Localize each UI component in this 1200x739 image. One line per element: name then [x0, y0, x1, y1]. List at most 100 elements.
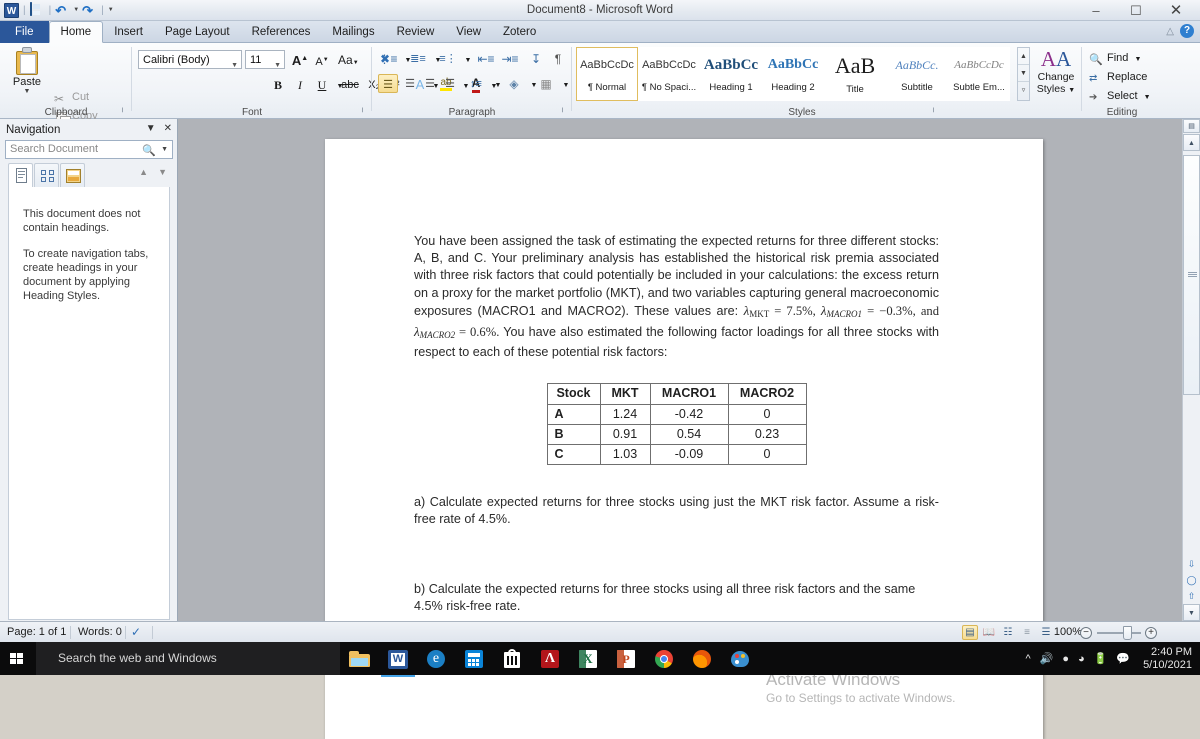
navigation-collapse-icon[interactable]: ▼: [146, 123, 156, 134]
taskbar-clock[interactable]: 2:40 PM 5/10/2021: [1139, 646, 1192, 672]
change-styles-button[interactable]: AA Change Styles ▼: [1030, 47, 1082, 97]
file-explorer-icon[interactable]: [348, 647, 372, 671]
show-hidden-icons-icon[interactable]: ^: [1025, 653, 1030, 665]
navigation-tab-headings[interactable]: [8, 163, 33, 187]
navigation-next-icon[interactable]: ▼: [158, 167, 167, 177]
numbering-icon[interactable]: ≣≡: [408, 49, 428, 69]
font-dialog-launcher[interactable]: ╵: [360, 108, 369, 117]
vertical-scrollbar[interactable]: ▤ ▲ ⇩ ◯ ⇧ ▼: [1182, 119, 1200, 621]
microsoft-edge-icon[interactable]: e: [424, 647, 448, 671]
align-center-icon[interactable]: ☰: [400, 74, 420, 94]
zoom-slider-thumb[interactable]: [1123, 626, 1132, 640]
sort-icon[interactable]: ↧: [526, 49, 546, 69]
select-browse-object-icon[interactable]: ◯: [1183, 572, 1200, 588]
tab-mailings[interactable]: Mailings: [321, 21, 385, 43]
line-spacing-icon[interactable]: ↕≡: [466, 74, 486, 94]
zoom-slider-track[interactable]: [1097, 632, 1141, 634]
clipboard-dialog-launcher[interactable]: ╵: [120, 108, 129, 117]
minimize-ribbon-icon[interactable]: △: [1166, 26, 1174, 37]
battery-icon[interactable]: 🔋: [1094, 652, 1108, 665]
italic-button[interactable]: I: [290, 75, 310, 95]
style-title[interactable]: AaB Title: [824, 47, 886, 101]
borders-icon[interactable]: ▦: [536, 74, 556, 94]
increase-indent-icon[interactable]: ⇥≡: [500, 49, 520, 69]
find-button[interactable]: 🔍 Find ▼: [1088, 49, 1141, 67]
microsoft-word-icon[interactable]: W: [381, 647, 415, 677]
styles-scroll-up-icon[interactable]: ▲: [1018, 48, 1029, 65]
bold-button[interactable]: B: [268, 75, 288, 95]
font-name-box[interactable]: Calibri (Body) ▼: [138, 50, 242, 69]
zoom-in-button[interactable]: +: [1145, 627, 1157, 639]
grow-font-button[interactable]: A▲: [290, 49, 310, 69]
tab-page-layout[interactable]: Page Layout: [154, 21, 241, 43]
style-normal[interactable]: AaBbCcDc ¶ Normal: [576, 47, 638, 101]
font-name-dropdown-icon[interactable]: ▼: [231, 57, 238, 75]
multilevel-dropdown-icon[interactable]: ▼: [458, 51, 478, 71]
change-case-button[interactable]: Aa▼: [338, 50, 359, 70]
tab-review[interactable]: Review: [386, 21, 446, 43]
next-page-icon[interactable]: ⇩: [1183, 556, 1200, 572]
adobe-reader-icon[interactable]: Λ: [538, 647, 562, 671]
style-heading-1[interactable]: AaBbCс Heading 1: [700, 47, 762, 101]
print-layout-view-icon[interactable]: ▤: [962, 625, 978, 640]
microsoft-store-icon[interactable]: [500, 647, 524, 671]
styles-more-icon[interactable]: ▿: [1018, 82, 1029, 99]
document-canvas[interactable]: You have been assigned the task of estim…: [178, 119, 1182, 739]
save-icon[interactable]: [29, 2, 45, 18]
select-dropdown-icon[interactable]: ▼: [1144, 94, 1151, 101]
styles-dialog-launcher[interactable]: ╵: [931, 108, 940, 117]
undo-dropdown-icon[interactable]: ▼: [73, 3, 79, 18]
styles-scroll-down-icon[interactable]: ▼: [1018, 65, 1029, 82]
paragraph-dialog-launcher[interactable]: ╵: [560, 108, 569, 117]
mozilla-firefox-icon[interactable]: [690, 647, 714, 671]
select-button[interactable]: ➔ Select ▼: [1088, 87, 1151, 105]
strikethrough-button[interactable]: abc: [340, 75, 360, 95]
underline-button[interactable]: U: [312, 75, 332, 95]
word-logo-icon[interactable]: W: [4, 3, 19, 18]
navigation-prev-icon[interactable]: ▲: [139, 167, 148, 177]
navigation-close-icon[interactable]: ✕: [164, 123, 172, 134]
search-icon[interactable]: 🔍: [142, 144, 156, 157]
minimize-button[interactable]: –: [1076, 0, 1116, 21]
paste-button[interactable]: Paste ▼: [6, 47, 48, 95]
tab-view[interactable]: View: [445, 21, 492, 43]
action-center-icon[interactable]: 💬: [1116, 652, 1130, 665]
word-count[interactable]: Words: 0: [78, 622, 122, 643]
paste-dropdown-icon[interactable]: ▼: [6, 88, 48, 95]
scroll-down-icon[interactable]: ▼: [1183, 604, 1200, 621]
close-button[interactable]: ✕: [1156, 0, 1196, 21]
style-subtle-emphasis[interactable]: AaBbCcDс Subtle Em...: [948, 47, 1010, 101]
volume-icon[interactable]: 🔊: [1040, 652, 1054, 665]
style-heading-2[interactable]: AaBbCc Heading 2: [762, 47, 824, 101]
taskbar-search-box[interactable]: Search the web and Windows: [36, 642, 340, 675]
document-body-text[interactable]: You have been assigned the task of estim…: [414, 233, 939, 615]
style-subtitle[interactable]: AaBbCc. Subtitle: [886, 47, 948, 101]
scroll-up-icon[interactable]: ▲: [1183, 134, 1200, 151]
scrollbar-thumb[interactable]: [1183, 155, 1200, 395]
cut-button[interactable]: Cut: [52, 88, 89, 106]
web-layout-view-icon[interactable]: ☷: [1000, 625, 1016, 640]
tab-insert[interactable]: Insert: [103, 21, 154, 43]
help-icon[interactable]: ?: [1180, 24, 1194, 38]
replace-button[interactable]: ⇄ Replace: [1088, 68, 1147, 86]
full-screen-reading-view-icon[interactable]: 📖: [981, 625, 997, 640]
outline-view-icon[interactable]: ≡: [1019, 625, 1035, 640]
navigation-tab-results[interactable]: [60, 163, 85, 187]
search-options-dropdown-icon[interactable]: ▼: [161, 146, 168, 153]
undo-icon[interactable]: ↶: [55, 3, 70, 18]
show-formatting-marks-icon[interactable]: ¶: [548, 49, 568, 69]
wifi-icon[interactable]: ◕: [1078, 653, 1085, 665]
microsoft-powerpoint-icon[interactable]: P: [614, 647, 638, 671]
shrink-font-button[interactable]: A▼: [312, 50, 332, 70]
restore-button[interactable]: ☐: [1116, 0, 1156, 21]
find-dropdown-icon[interactable]: ▼: [1134, 56, 1141, 63]
style-no-spacing[interactable]: AaBbCcDc ¶ No Spaci...: [638, 47, 700, 101]
justify-icon[interactable]: ☰: [440, 74, 460, 94]
font-size-dropdown-icon[interactable]: ▼: [274, 57, 281, 75]
bullets-icon[interactable]: ⋮≡: [378, 49, 398, 69]
calculator-icon[interactable]: [462, 647, 486, 671]
shading-icon[interactable]: ◈: [504, 74, 524, 94]
tab-references[interactable]: References: [241, 21, 322, 43]
view-ruler-icon[interactable]: ▤: [1183, 119, 1200, 133]
tab-home[interactable]: Home: [48, 21, 104, 43]
